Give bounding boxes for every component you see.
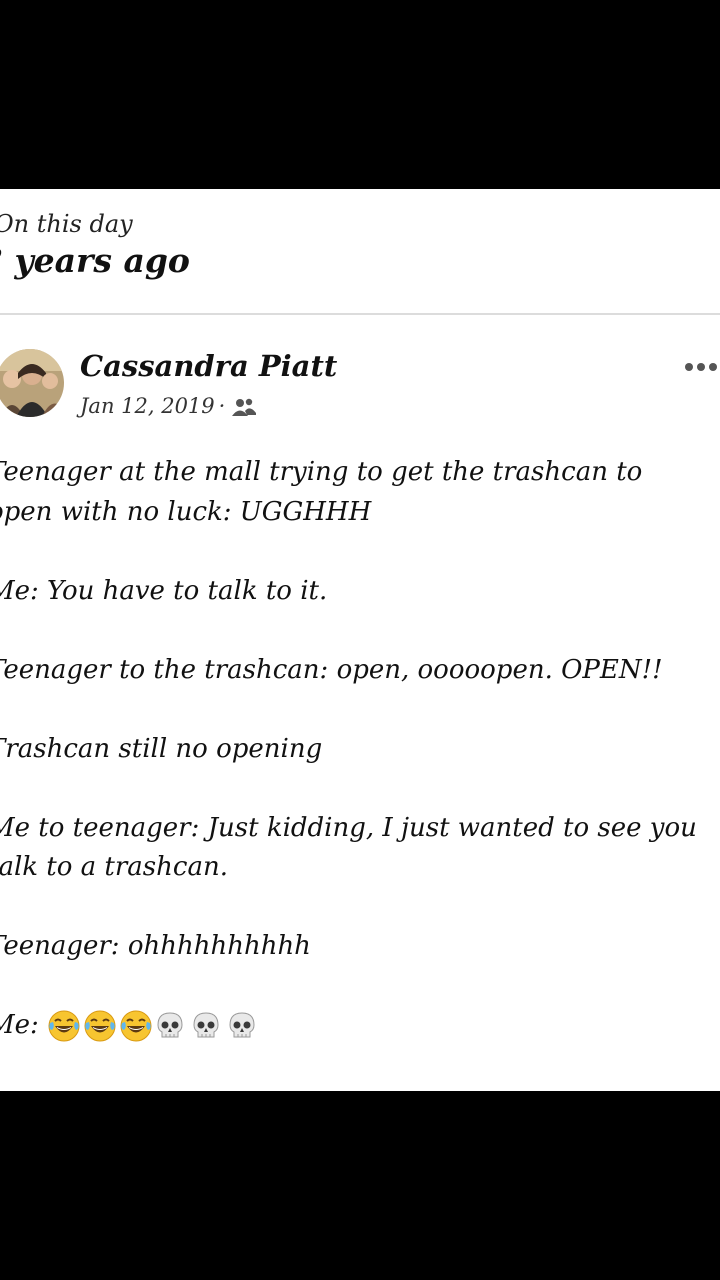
years-ago-heading: 3 years ago	[0, 241, 190, 280]
divider	[0, 313, 720, 315]
post-paragraph: Teenager: ohhhhhhhhhh	[0, 927, 720, 967]
author-name[interactable]: Cassandra Piatt	[80, 347, 337, 385]
more-options-button[interactable]	[684, 357, 720, 377]
final-line-prefix: Me:	[0, 1010, 39, 1040]
post-paragraph: Teenager to the trashcan: open, ooooopen…	[0, 651, 720, 691]
post-body: Teenager at the mall trying to get the t…	[0, 453, 720, 1046]
laughing-tears-emoji	[48, 1010, 80, 1042]
skull-emoji	[193, 1012, 219, 1038]
friends-icon	[231, 396, 257, 416]
meta-separator: ·	[218, 394, 226, 418]
post-line: Teenager: ohhhhhhhhhh	[0, 931, 311, 961]
post-paragraph: Me to teenager: Just kidding, I just wan…	[0, 809, 720, 888]
post-date[interactable]: Jan 12, 2019	[80, 392, 215, 420]
avatar[interactable]	[0, 349, 64, 417]
memory-card: On this day 3 years ago Cassandra Piatt …	[0, 189, 720, 1091]
post-line: Teenager at the mall trying to get the t…	[0, 457, 643, 487]
post-meta: Jan 12, 2019 ·	[80, 392, 257, 420]
more-dots-icon	[685, 363, 717, 371]
post-paragraph: Trashcan still no opening	[0, 730, 720, 770]
memory-header: On this day 3 years ago	[0, 209, 190, 283]
on-this-day-label: On this day	[0, 210, 133, 238]
skull-emoji	[229, 1012, 255, 1038]
post-final-line: Me:	[0, 1006, 720, 1046]
post-line: Me to teenager: Just kidding, I just wan…	[0, 812, 697, 843]
post-line: open with no luck: UGGHHH	[0, 496, 372, 527]
post-line: Me: You have to talk to it.	[0, 575, 328, 606]
post-paragraph: Teenager at the mall trying to get the t…	[0, 453, 720, 532]
laughing-tears-emoji	[120, 1010, 152, 1042]
post-line: Teenager to the trashcan: open, ooooopen…	[0, 654, 663, 685]
post-paragraph: Me: You have to talk to it.	[0, 572, 720, 612]
post-line: talk to a trashcan.	[0, 852, 228, 882]
skull-emoji	[157, 1012, 183, 1038]
laughing-tears-emoji	[84, 1010, 116, 1042]
post-line: Trashcan still no opening	[0, 733, 323, 764]
